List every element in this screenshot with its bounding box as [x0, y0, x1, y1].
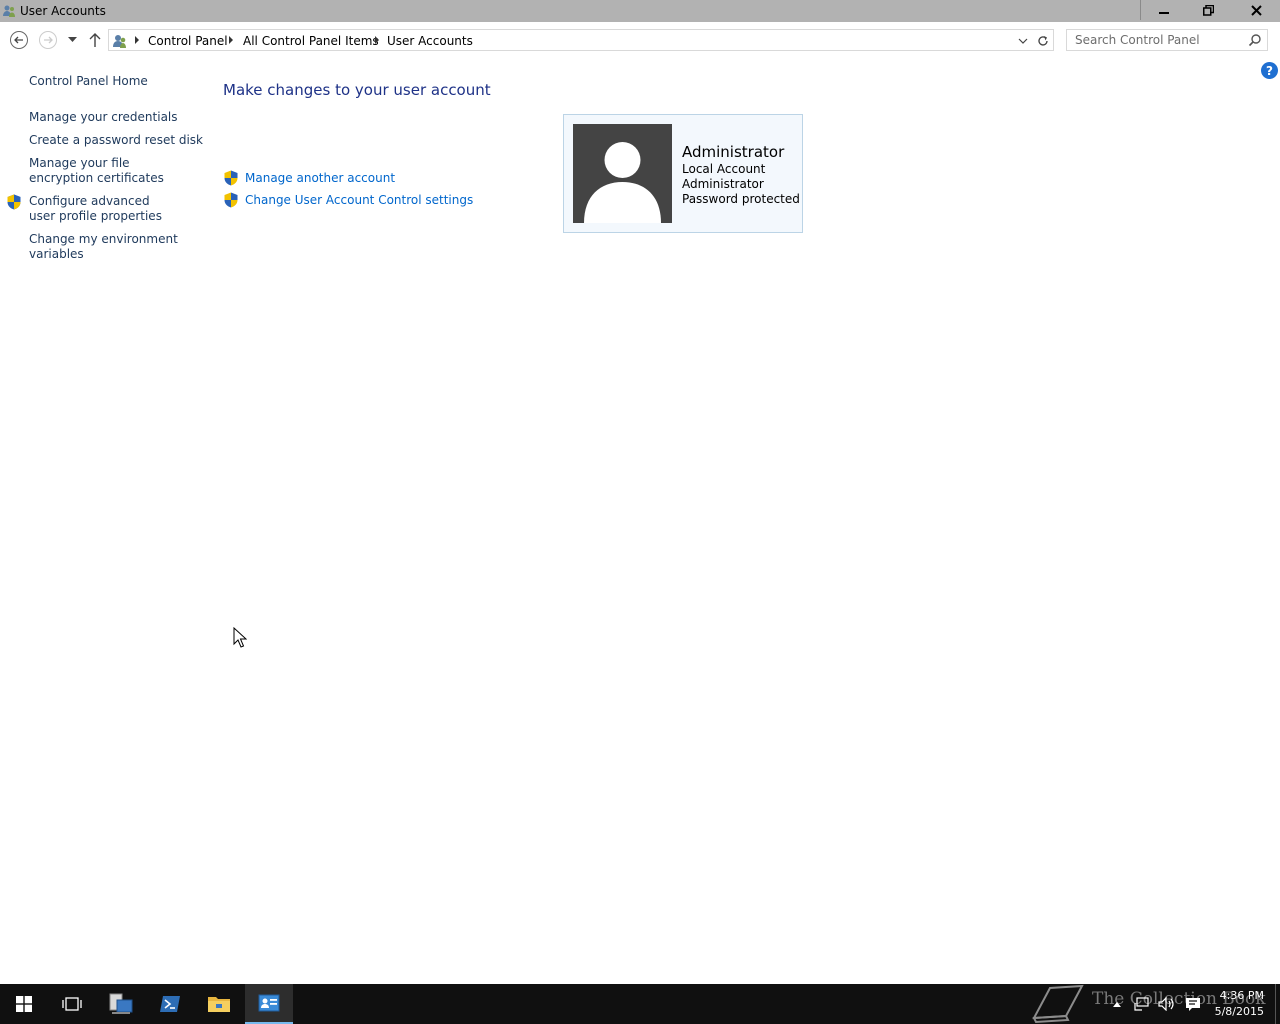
breadcrumb-separator[interactable]: [375, 36, 379, 44]
account-type: Local Account: [682, 162, 766, 176]
sidebar-manage-file-encryption-certificates[interactable]: Manage your file encryption certificates: [29, 156, 184, 186]
forward-button[interactable]: [38, 30, 58, 50]
sidebar-change-environment-variables[interactable]: Change my environment variables: [29, 232, 179, 262]
search-box[interactable]: [1066, 29, 1268, 51]
close-button[interactable]: [1232, 0, 1280, 20]
clock-date: 5/8/2015: [1214, 1005, 1264, 1018]
control-panel-taskbar-button[interactable]: [245, 984, 293, 1024]
refresh-button[interactable]: [1035, 33, 1051, 49]
search-input[interactable]: [1067, 30, 1255, 50]
sidebar-manage-credentials[interactable]: Manage your credentials: [29, 110, 178, 125]
server-manager-icon: [109, 993, 133, 1014]
breadcrumb-separator[interactable]: [229, 36, 233, 44]
speaker-icon: [1158, 997, 1174, 1011]
recent-locations-dropdown[interactable]: [65, 34, 79, 46]
sidebar-configure-advanced-profile[interactable]: Configure advanced user profile properti…: [29, 194, 179, 224]
breadcrumb-all-control-panel-items[interactable]: All Control Panel Items: [243, 34, 379, 48]
user-silhouette-icon: [584, 142, 661, 223]
start-button[interactable]: [0, 984, 48, 1024]
change-uac-settings-link[interactable]: Change User Account Control settings: [245, 193, 473, 207]
navigation-bar: Control Panel All Control Panel Items Us…: [0, 22, 1280, 60]
search-icon[interactable]: [1248, 33, 1262, 47]
account-card: Administrator Local Account Administrato…: [563, 114, 803, 233]
restore-button[interactable]: [1186, 0, 1231, 20]
task-view-icon: [62, 997, 82, 1011]
chevron-down-icon: [1018, 38, 1028, 44]
breadcrumb-separator[interactable]: [135, 36, 139, 44]
minimize-icon: [1158, 12, 1169, 14]
account-role: Administrator: [682, 177, 764, 191]
show-hidden-icons-button[interactable]: [1110, 984, 1124, 1024]
forward-arrow-icon: [39, 31, 57, 49]
powershell-icon: [160, 996, 180, 1012]
user-accounts-icon: [3, 5, 15, 17]
watermark-book-icon: [1032, 984, 1084, 1024]
back-button[interactable]: [9, 30, 29, 50]
sidebar-control-panel-home[interactable]: Control Panel Home: [29, 74, 148, 89]
help-button[interactable]: ?: [1261, 62, 1278, 79]
action-center-button[interactable]: [1183, 984, 1203, 1024]
show-desktop-button[interactable]: [1275, 984, 1276, 1024]
manage-another-account-link[interactable]: Manage another account: [245, 171, 395, 185]
folder-icon: [208, 997, 230, 1012]
volume-tray-button[interactable]: [1157, 984, 1177, 1024]
file-explorer-button[interactable]: [195, 984, 243, 1024]
control-panel-icon: [258, 994, 280, 1012]
breadcrumb-user-accounts[interactable]: User Accounts: [387, 34, 473, 48]
taskbar: The Collection Book 4:36 PM 5/8/2015: [0, 984, 1280, 1024]
clock-time: 4:36 PM: [1219, 989, 1264, 1002]
server-manager-button[interactable]: [97, 984, 145, 1024]
powershell-button[interactable]: [146, 984, 194, 1024]
network-icon: [1134, 997, 1149, 1011]
page-title: Make changes to your user account: [223, 81, 491, 99]
uac-shield-icon: [224, 192, 238, 208]
mouse-cursor-icon: [233, 627, 247, 648]
up-button[interactable]: [86, 31, 104, 49]
breadcrumb-control-panel[interactable]: Control Panel: [148, 34, 228, 48]
sidebar-create-password-reset-disk[interactable]: Create a password reset disk: [29, 133, 203, 148]
address-history-dropdown[interactable]: [1015, 33, 1031, 49]
windows-logo-icon: [16, 996, 32, 1012]
restore-icon: [1203, 4, 1214, 16]
uac-shield-icon: [7, 194, 21, 210]
uac-shield-icon: [224, 170, 238, 186]
up-arrow-icon: [89, 33, 101, 47]
address-bar[interactable]: Control Panel All Control Panel Items Us…: [108, 29, 1054, 51]
notification-icon: [1186, 997, 1200, 1011]
minimize-button[interactable]: [1140, 0, 1186, 20]
back-arrow-icon: [10, 31, 28, 49]
system-clock[interactable]: 4:36 PM 5/8/2015: [1206, 988, 1264, 1020]
close-icon: [1250, 4, 1262, 16]
account-password-status: Password protected: [682, 192, 800, 206]
chevron-down-icon: [67, 37, 77, 42]
avatar: [573, 124, 672, 223]
refresh-icon: [1038, 36, 1048, 46]
task-view-button[interactable]: [48, 984, 96, 1024]
title-bar: User Accounts: [0, 0, 1280, 22]
account-name: Administrator: [682, 143, 785, 161]
control-panel-icon: [113, 35, 126, 48]
network-tray-button[interactable]: [1132, 984, 1152, 1024]
chevron-up-icon: [1113, 1001, 1121, 1007]
window-title: User Accounts: [20, 4, 106, 18]
